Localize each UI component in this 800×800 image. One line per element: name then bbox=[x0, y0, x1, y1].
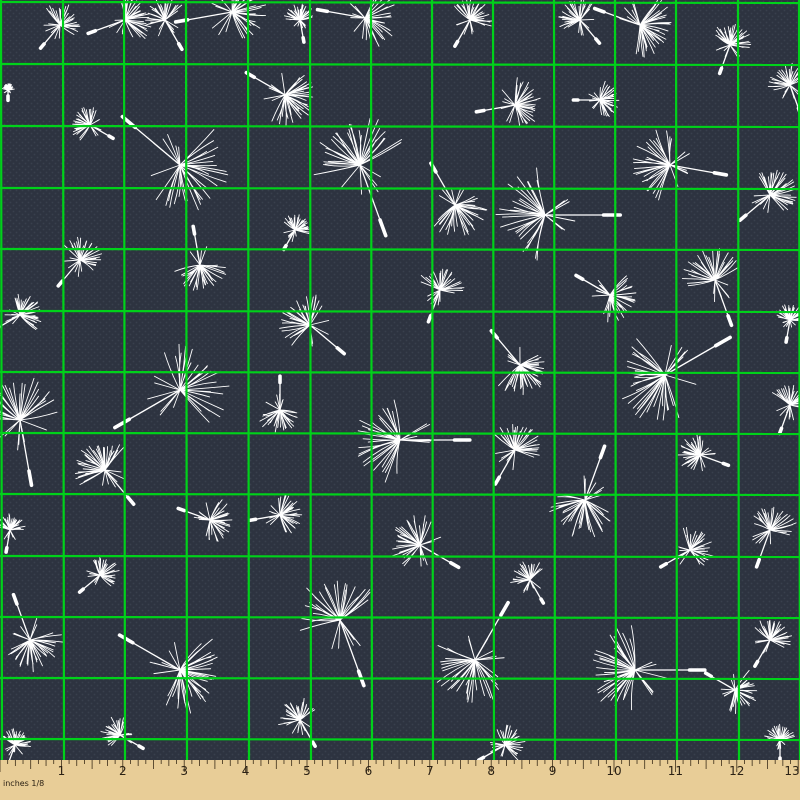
ruler-number: 12 bbox=[729, 764, 744, 778]
ruler-number: 4 bbox=[242, 764, 250, 778]
ruler-number: 11 bbox=[668, 764, 683, 778]
grid-line-vertical bbox=[736, 0, 741, 760]
ruler-number: 2 bbox=[119, 764, 127, 778]
ruler-number: 5 bbox=[303, 764, 311, 778]
grid-line-vertical bbox=[246, 0, 251, 760]
grid-line-horizontal bbox=[0, 62, 800, 67]
fabric-swatch bbox=[0, 0, 800, 760]
grid-line-horizontal bbox=[0, 124, 800, 129]
ruler-number: 10 bbox=[606, 764, 621, 778]
grid-line-horizontal bbox=[0, 615, 800, 620]
ruler-number: 6 bbox=[365, 764, 373, 778]
grid-line-horizontal bbox=[0, 737, 800, 742]
grid-line-vertical bbox=[308, 0, 313, 760]
ruler-number: 1 bbox=[58, 764, 66, 778]
ruler-number: 7 bbox=[426, 764, 434, 778]
grid-line-vertical bbox=[184, 0, 189, 760]
ruler-unit-label: inches 1/8 bbox=[3, 779, 44, 788]
ruler-number: 3 bbox=[180, 764, 188, 778]
grid-line-horizontal bbox=[0, 247, 800, 252]
grid-line-vertical bbox=[430, 0, 435, 760]
grid-line-vertical bbox=[674, 0, 679, 760]
grid-line-horizontal bbox=[0, 492, 800, 497]
grid-line-vertical bbox=[61, 0, 66, 760]
grid-line-horizontal bbox=[0, 554, 800, 559]
grid-line-horizontal bbox=[0, 676, 800, 681]
grid-line-horizontal bbox=[0, 370, 800, 375]
ruler-number: 8 bbox=[487, 764, 495, 778]
grid-line-vertical bbox=[0, 0, 4, 760]
ruler-number: 9 bbox=[549, 764, 557, 778]
ruler-number: 13 bbox=[784, 764, 799, 778]
grid-line-horizontal bbox=[0, 0, 800, 5]
fabric-background bbox=[0, 0, 800, 760]
grid-line-vertical bbox=[552, 0, 557, 760]
inch-ruler: 1 2 3 4 5 6 7 8 9 10 11 12 13 inches 1/8 bbox=[0, 760, 800, 800]
grid-line-vertical bbox=[369, 0, 374, 760]
fabric-swatch-view: 1 2 3 4 5 6 7 8 9 10 11 12 13 inches 1/8 bbox=[0, 0, 800, 800]
grid-line-horizontal bbox=[0, 431, 800, 436]
grid-line-vertical bbox=[491, 0, 496, 760]
grid-line-horizontal bbox=[0, 186, 800, 191]
grid-line-vertical bbox=[613, 0, 618, 760]
grid-line-horizontal bbox=[0, 309, 800, 314]
grid-line-vertical bbox=[122, 0, 127, 760]
